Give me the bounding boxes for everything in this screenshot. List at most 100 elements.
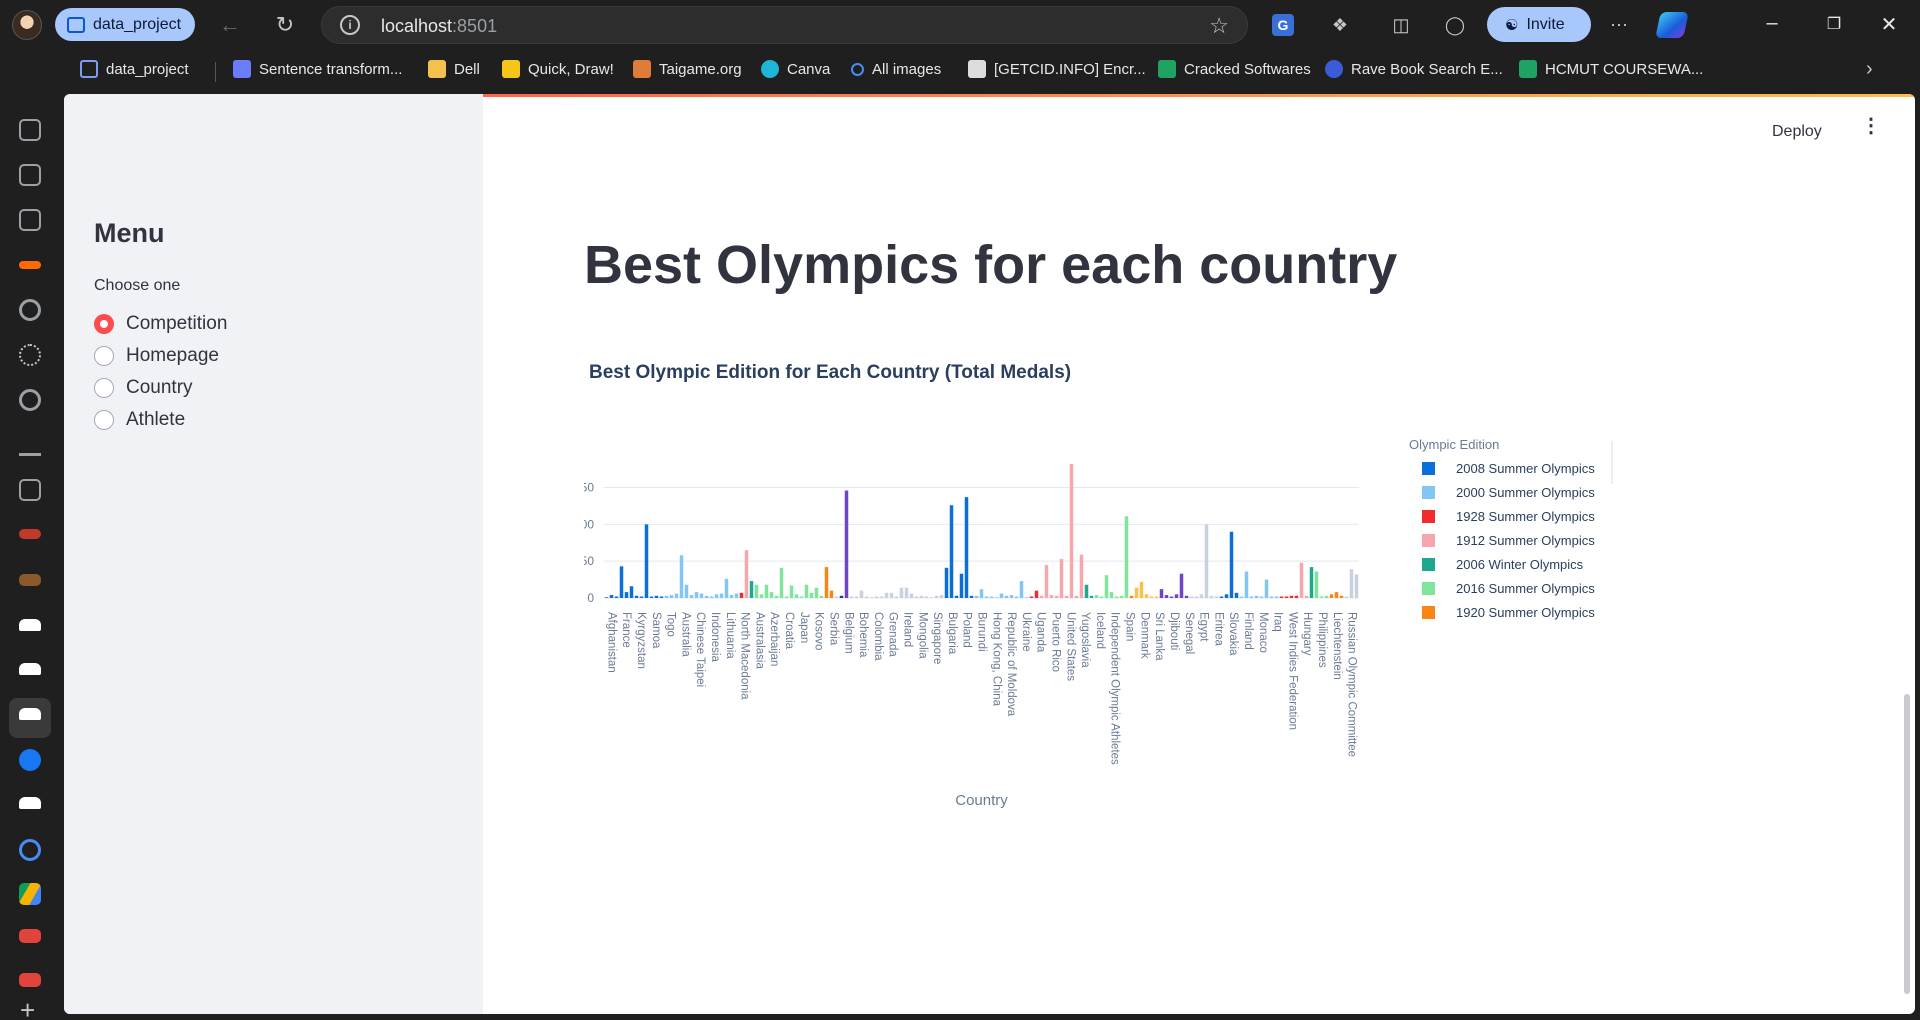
chart-bar (1149, 596, 1154, 598)
tab-chart-icon[interactable] (19, 434, 41, 456)
chart-bar (814, 587, 819, 598)
translate-extension-icon[interactable]: G (1272, 14, 1294, 36)
radio-unselected-icon[interactable] (94, 410, 114, 430)
bookmark-item[interactable]: Dell (428, 56, 480, 82)
radio-label: Athlete (126, 409, 186, 430)
chart-bar (664, 595, 669, 598)
bookmark-item[interactable]: HCMUT COURSEWA... (1519, 56, 1703, 82)
bookmark-item[interactable]: Sentence transform... (233, 56, 402, 82)
deploy-button[interactable]: Deploy (1772, 123, 1822, 141)
x-tick-label: Bohemia (857, 612, 869, 658)
tab-crown-icon[interactable] (19, 619, 41, 631)
bookmark-item[interactable]: data_project (80, 56, 189, 82)
chart-bar (629, 586, 634, 598)
url-host: localhost (381, 16, 453, 36)
chart-bar (1219, 596, 1224, 598)
pencil-icon (502, 60, 520, 78)
radio-unselected-icon[interactable] (94, 346, 114, 366)
tab-calendar-icon[interactable] (19, 479, 41, 501)
chart-bar (1244, 571, 1249, 598)
feedback-chat-icon[interactable]: ◯ (1442, 12, 1468, 38)
bookmark-item[interactable]: Rave Book Search E... (1325, 56, 1503, 82)
reload-icon[interactable]: ↻ (270, 10, 300, 40)
chart-bar (964, 497, 969, 598)
chart-bar (984, 596, 989, 598)
chart-bar (734, 593, 739, 598)
bookmark-item[interactable]: Taigame.org (633, 56, 742, 82)
y-tick-label: 0 (587, 591, 594, 605)
restore-icon[interactable]: ❐ (1819, 14, 1849, 40)
extensions-puzzle-icon[interactable]: ❖ (1327, 12, 1353, 38)
chart-bar (674, 593, 679, 598)
invite-button[interactable]: ☯ Invite (1487, 7, 1591, 42)
tab-crown-icon[interactable] (19, 708, 41, 720)
favorite-star-icon[interactable]: ☆ (1209, 13, 1229, 39)
bookmark-item[interactable]: [GETCID.INFO] Encr... (968, 56, 1146, 82)
tab-google-icon[interactable] (19, 389, 41, 411)
tab-maple-icon[interactable] (19, 529, 41, 539)
x-tick-label: Colombia (872, 612, 884, 661)
tab-crown-icon[interactable] (19, 663, 41, 675)
y-tick-label: 100 (584, 517, 594, 531)
x-tick-label: Australasia (753, 612, 765, 669)
chart-bar (624, 592, 629, 598)
chart-bar (604, 597, 609, 598)
chevron-right-icon[interactable]: › (1866, 56, 1873, 82)
canva-icon (761, 60, 779, 78)
x-tick-label: Serbia (827, 612, 839, 646)
x-tick-label: Singapore (931, 612, 943, 664)
chart-bar (1259, 596, 1264, 598)
site-info-icon[interactable]: i (340, 15, 360, 35)
radio-option-homepage[interactable]: Homepage (94, 343, 219, 369)
tab-page-icon[interactable] (19, 164, 41, 186)
workspace-tab[interactable]: data_project (55, 8, 195, 41)
tab-crown-icon[interactable] (19, 797, 41, 809)
tab-pen-icon[interactable] (19, 574, 41, 586)
minimize-icon[interactable]: – (1757, 12, 1787, 38)
chart-bar (684, 584, 689, 598)
split-screen-icon[interactable]: ◫ (1388, 12, 1414, 38)
game-icon (633, 60, 651, 78)
profile-avatar[interactable] (12, 10, 42, 40)
radio-selected-icon[interactable] (94, 314, 114, 334)
tab-crab-icon[interactable] (19, 929, 41, 943)
page-scrollbar[interactable] (1904, 694, 1910, 994)
tab-page-icon[interactable] (19, 119, 41, 141)
legend-entry: 2008 Summer Olympics (1456, 461, 1595, 476)
x-tick-label: Egypt (1198, 612, 1210, 642)
bookmark-item[interactable]: Quick, Draw! (502, 56, 614, 82)
bookmark-item[interactable]: Canva (761, 56, 830, 82)
tab-page-icon[interactable] (19, 209, 41, 231)
chart-bar (1084, 584, 1089, 598)
radio-option-competition[interactable]: Competition (94, 311, 227, 337)
address-bar[interactable]: i localhost:8501 ☆ (321, 6, 1248, 44)
tab-extension-icon[interactable] (19, 839, 41, 861)
radio-option-athlete[interactable]: Athlete (94, 407, 185, 433)
tab-openai-icon[interactable] (19, 344, 41, 366)
chart-bar (1264, 579, 1269, 598)
chart-bar (1279, 596, 1284, 598)
x-tick-label: Hungary (1301, 612, 1313, 656)
chart-bar (1354, 574, 1359, 598)
tab-facebook-icon[interactable] (19, 749, 41, 771)
tab-crab-icon[interactable] (19, 973, 41, 987)
radio-option-country[interactable]: Country (94, 375, 193, 401)
close-icon[interactable]: ✕ (1874, 12, 1904, 38)
more-options-icon[interactable]: ⋯ (1606, 12, 1632, 38)
new-tab-plus-icon[interactable]: + (20, 995, 35, 1020)
bar-chart[interactable]: 0 50 100 150 AfghanistanFranceKyrgyzstanSamo… (584, 434, 1884, 994)
bookmark-item[interactable]: All images (851, 56, 941, 82)
tab-hf-icon[interactable] (19, 261, 41, 269)
radio-unselected-icon[interactable] (94, 378, 114, 398)
chart-bar (1164, 595, 1169, 598)
chart-bar (979, 589, 984, 598)
bookmark-item[interactable]: Cracked Softwares (1158, 56, 1311, 82)
tab-google-icon[interactable] (19, 299, 41, 321)
back-arrow-icon[interactable]: ← (215, 10, 245, 40)
tab-drive-icon[interactable] (19, 883, 41, 905)
chart-bar (1034, 590, 1039, 598)
copilot-icon[interactable] (1655, 12, 1689, 38)
chart-bar (754, 584, 759, 598)
main-menu-kebab-icon[interactable]: ⋮ (1861, 116, 1881, 143)
legend-entry: 1920 Summer Olympics (1456, 605, 1595, 620)
